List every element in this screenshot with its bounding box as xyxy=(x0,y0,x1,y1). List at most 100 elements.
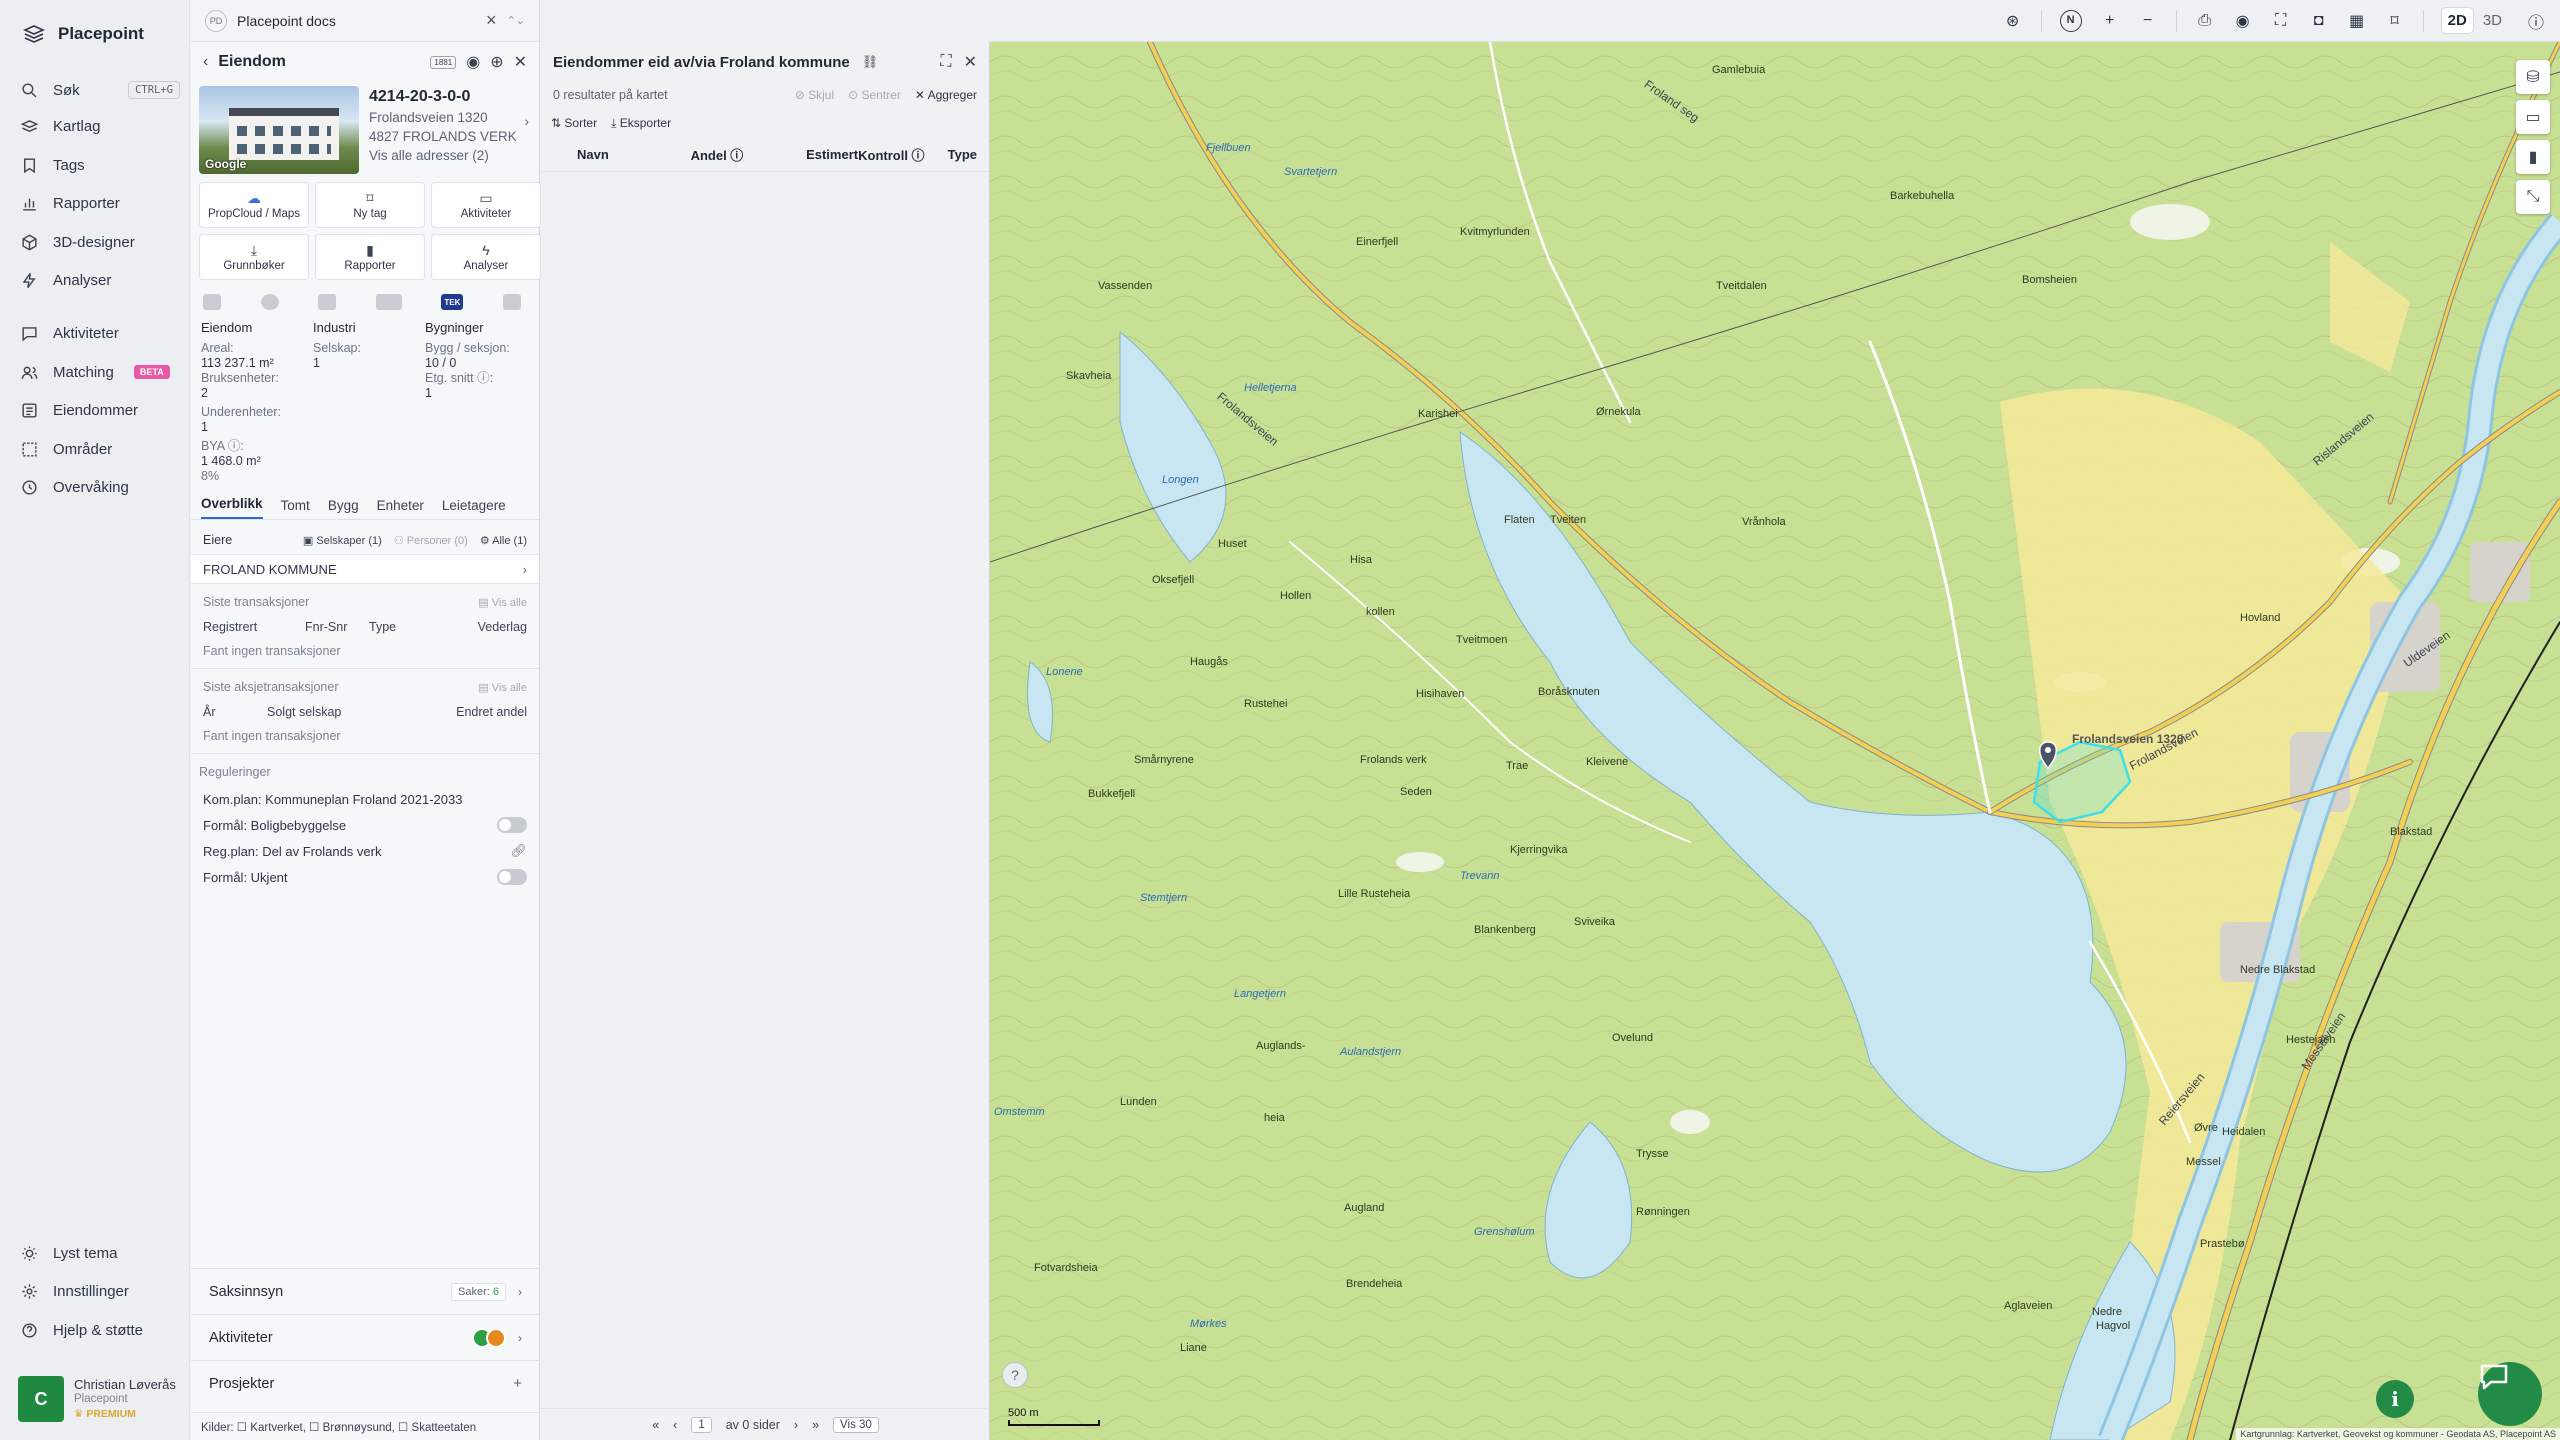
filter-persons[interactable]: ⚇ Personer (0) xyxy=(394,534,468,547)
back-icon[interactable]: ‹ xyxy=(203,53,208,71)
chevron-updown-icon[interactable]: ⌃⌄ xyxy=(507,14,525,27)
column-header-andel[interactable]: Andel ⓘ xyxy=(691,145,807,164)
crosshair-icon[interactable]: ⊕ xyxy=(490,52,503,72)
source-logo-icon[interactable] xyxy=(375,294,402,310)
map-help-icon[interactable]: ? xyxy=(1002,1362,1028,1388)
compass-north[interactable]: N xyxy=(2059,9,2082,32)
tek-logo[interactable]: TEK xyxy=(441,294,464,310)
map-view[interactable]: Gamlebuia Barkebuhella Kvitmyrlunden Ein… xyxy=(990,42,2560,1440)
first-page-icon[interactable]: « xyxy=(652,1418,659,1432)
grid-icon[interactable]: ▦ xyxy=(2347,11,2367,31)
grunnboker-button[interactable]: ⤓ Grunnbøker xyxy=(199,234,309,280)
aggregate-button[interactable]: ✕ Aggreger xyxy=(915,88,977,102)
radar-icon[interactable]: ⊛ xyxy=(2003,11,2023,31)
zoom-out-icon[interactable]: − xyxy=(2138,12,2158,30)
activities-button[interactable]: ▭ Aktiviteter xyxy=(431,182,541,228)
propcloud-button[interactable]: ☁ PropCloud / Maps xyxy=(199,182,309,228)
nav-item-rapporter[interactable]: Rapporter xyxy=(20,190,180,216)
expand-icon[interactable]: ⛶ xyxy=(940,53,951,71)
link-icon[interactable]: 🔗︎ xyxy=(510,843,527,859)
nav-item-overvaking[interactable]: Overvåking xyxy=(20,474,180,500)
saksinnsyn-section[interactable]: Saksinnsyn Saker: 6 › xyxy=(191,1268,540,1314)
info-button[interactable]: i xyxy=(2376,1380,2414,1418)
measure-icon[interactable]: ▭ xyxy=(2516,100,2550,134)
eye-icon[interactable]: ◉ xyxy=(466,52,480,72)
sort-button[interactable]: ⇅ Sorter xyxy=(551,116,597,130)
fullscreen-icon[interactable]: ⛶ xyxy=(2271,12,2291,30)
regulation-item[interactable]: Formål: Ukjent xyxy=(191,864,539,890)
nav-item-matching[interactable]: Matching BETA xyxy=(20,359,180,385)
tab-tomt[interactable]: Tomt xyxy=(281,498,310,519)
new-tag-button[interactable]: ⌑ Ny tag xyxy=(315,182,425,228)
nav-item-aktiviteter[interactable]: Aktiviteter xyxy=(20,320,180,346)
regulation-item[interactable]: Formål: Boligbebyggelse xyxy=(191,812,539,838)
prev-page-icon[interactable]: ‹ xyxy=(673,1418,677,1432)
activities-section[interactable]: Aktiviteter › xyxy=(191,1314,540,1360)
tab-enheter[interactable]: Enheter xyxy=(377,498,424,519)
column-header-kontroll[interactable]: Kontroll ⓘ xyxy=(858,145,948,164)
mode-2d-button[interactable]: 2D xyxy=(2441,8,2473,33)
tab-leietagere[interactable]: Leietagere xyxy=(442,498,506,519)
street-view-photo[interactable]: Google xyxy=(199,86,359,174)
close-icon[interactable]: × xyxy=(486,10,497,31)
nav-item-kartlag[interactable]: Kartlag xyxy=(20,113,180,139)
filter-companies[interactable]: ▣ Selskaper (1) xyxy=(303,534,382,547)
per-page-select[interactable]: Vis 30 xyxy=(833,1416,879,1433)
ruler-icon[interactable]: ⤡ xyxy=(2516,180,2550,214)
nav-item-search[interactable]: Søk CTRL+G xyxy=(20,77,180,103)
info-icon[interactable]: ⓘ xyxy=(2526,9,2546,33)
owner-row[interactable]: FROLAND KOMMUNE › xyxy=(191,554,539,584)
mode-3d-button[interactable]: 3D xyxy=(2477,8,2508,33)
nav-item-3d-designer[interactable]: 3D-designer xyxy=(20,229,180,255)
link-icon[interactable]: ⛓ xyxy=(862,54,879,70)
nav-item-tags[interactable]: Tags xyxy=(20,152,180,178)
last-page-icon[interactable]: » xyxy=(812,1418,819,1432)
layers-control-icon[interactable]: ⛁ xyxy=(2516,60,2550,94)
page-input[interactable]: 1 xyxy=(691,1416,712,1433)
nav-item-analyser[interactable]: Analyser xyxy=(20,267,180,293)
column-header-type[interactable]: Type xyxy=(948,147,977,162)
source-logo-icon[interactable] xyxy=(318,294,337,310)
next-page-icon[interactable]: › xyxy=(794,1418,798,1432)
column-header-navn[interactable]: Navn xyxy=(577,147,691,162)
regulation-item[interactable]: Kom.plan: Kommuneplan Froland 2021-2033 xyxy=(191,786,539,812)
hide-button[interactable]: ⊘ Skjul xyxy=(795,88,834,102)
show-all-transactions[interactable]: ▤ Vis alle xyxy=(478,596,527,609)
camera-icon[interactable]: ◘ xyxy=(2309,12,2329,30)
center-button[interactable]: ⊙ Sentrer xyxy=(848,88,901,102)
nav-item-eiendommer[interactable]: Eiendommer xyxy=(20,397,180,423)
source-logo-icon[interactable] xyxy=(502,294,521,310)
print-icon[interactable]: ⎙ xyxy=(2195,12,2215,30)
zoom-in-icon[interactable]: + xyxy=(2100,12,2120,30)
docs-tab[interactable]: PD Placepoint docs × ⌃⌄ xyxy=(191,0,539,42)
regulation-toggle[interactable] xyxy=(497,869,527,885)
tab-bygg[interactable]: Bygg xyxy=(328,498,359,519)
close-icon[interactable]: ✕ xyxy=(514,52,527,72)
id-card-icon[interactable]: 1881 xyxy=(430,55,457,69)
export-button[interactable]: ⤓ Eksporter xyxy=(611,116,671,131)
nav-item-settings[interactable]: Innstillinger xyxy=(20,1278,180,1304)
property-address[interactable]: 4214-20-3-0-0 Frolandsveien 1320 4827 FR… xyxy=(369,86,529,174)
user-profile[interactable]: C Christian Løverås Placepoint ♛ PREMIUM xyxy=(18,1374,178,1424)
projects-section[interactable]: Prosjekter + xyxy=(191,1360,540,1406)
brand[interactable]: Placepoint xyxy=(22,22,144,46)
eye-icon[interactable]: ◉ xyxy=(2233,11,2253,31)
bookmark-icon[interactable]: ⌑ xyxy=(2385,11,2405,31)
source-logo-icon[interactable] xyxy=(203,294,221,310)
plus-icon[interactable]: + xyxy=(513,1375,522,1392)
show-all-share-transactions[interactable]: ▤ Vis alle xyxy=(478,681,527,694)
column-header-estimert[interactable]: Estimert xyxy=(806,147,858,162)
chat-button[interactable] xyxy=(2478,1362,2542,1426)
bar-chart-icon[interactable]: ▮ xyxy=(2516,140,2550,174)
analyses-button[interactable]: ϟ Analyser xyxy=(431,234,541,280)
nav-item-omrader[interactable]: Områder xyxy=(20,436,180,462)
close-icon[interactable]: ✕ xyxy=(964,52,977,72)
filter-all[interactable]: ⚙ Alle (1) xyxy=(480,534,527,547)
tab-overblikk[interactable]: Overblikk xyxy=(201,496,263,519)
regulation-item[interactable]: Reg.plan: Del av Frolands verk 🔗︎ xyxy=(191,838,539,864)
source-logo-icon[interactable] xyxy=(260,294,279,310)
regulation-toggle[interactable] xyxy=(497,817,527,833)
show-all-addresses-link[interactable]: Vis alle adresser (2) xyxy=(369,146,529,165)
nav-item-theme[interactable]: Lyst tema xyxy=(20,1240,180,1266)
nav-item-help[interactable]: Hjelp & støtte xyxy=(20,1317,180,1343)
